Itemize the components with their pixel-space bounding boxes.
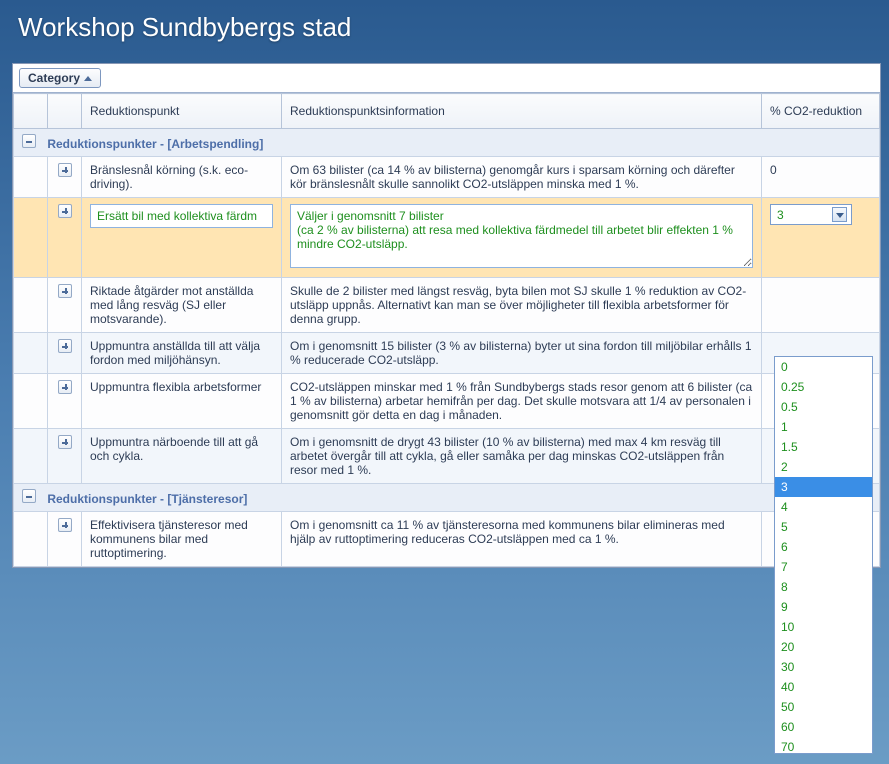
group-spacer-cell	[14, 278, 48, 333]
pct-dropdown-option[interactable]: 30	[775, 657, 872, 677]
table-row[interactable]: Uppmuntra närboende till att gå och cykl…	[14, 429, 880, 484]
reduction-info-cell[interactable]: Om i genomsnitt ca 11 % av tjänsteresorn…	[282, 512, 762, 567]
group-spacer-cell	[14, 512, 48, 567]
pct-dropdown-option[interactable]: 20	[775, 637, 872, 657]
grouping-chip-category[interactable]: Category	[19, 68, 101, 88]
reduction-info-textarea[interactable]	[290, 204, 753, 268]
expand-row-icon[interactable]	[58, 518, 72, 532]
pct-dropdown-option[interactable]: 0.5	[775, 397, 872, 417]
grouping-bar: Category	[13, 64, 880, 93]
group-spacer-cell	[14, 157, 48, 198]
sort-ascending-icon	[84, 76, 92, 81]
reduction-info-cell[interactable]: CO2-utsläppen minskar med 1 % från Sundb…	[282, 374, 762, 429]
collapse-icon[interactable]	[22, 134, 36, 148]
table-row[interactable]: Riktade åtgärder mot anställda med lång …	[14, 278, 880, 333]
group-spacer-cell	[14, 333, 48, 374]
group-title: Reduktionspunkter - [Arbetspendling]	[44, 137, 263, 151]
expand-row-icon[interactable]	[58, 284, 72, 298]
reduction-point-cell[interactable]: Bränslesnål körning (s.k. eco-driving).	[82, 157, 282, 198]
grid-container: Category Reduktionspunkt Reduktionspunkt…	[12, 63, 881, 568]
pct-dropdown-option[interactable]: 7	[775, 557, 872, 577]
pct-dropdown-option[interactable]: 1	[775, 417, 872, 437]
expand-row-icon[interactable]	[58, 204, 72, 218]
pct-dropdown[interactable]: 3	[770, 204, 852, 225]
chevron-down-icon[interactable]	[832, 207, 847, 222]
group-spacer-cell	[14, 429, 48, 484]
reduction-point-cell[interactable]: Effektivisera tjänsteresor med kommunens…	[82, 512, 282, 567]
pct-dropdown-option[interactable]: 6	[775, 537, 872, 557]
table-row[interactable]: Uppmuntra flexibla arbetsformerCO2-utslä…	[14, 374, 880, 429]
pct-dropdown-option[interactable]: 70	[775, 737, 872, 753]
pct-cell[interactable]: 0	[762, 157, 880, 198]
pct-dropdown-option[interactable]: 1.5	[775, 437, 872, 457]
header-reduction-info[interactable]: Reduktionspunktsinformation	[282, 94, 762, 129]
reduction-info-cell[interactable]: Skulle de 2 bilister med längst resväg, …	[282, 278, 762, 333]
data-grid: Reduktionspunkt Reduktionspunktsinformat…	[13, 93, 880, 567]
pct-dropdown-panel[interactable]: 00.250.511.52345678910203040506070	[774, 356, 873, 754]
pct-dropdown-option[interactable]: 10	[775, 617, 872, 637]
group-spacer-cell	[14, 198, 48, 278]
expand-row-icon[interactable]	[58, 380, 72, 394]
table-row[interactable]: 3	[14, 198, 880, 278]
pct-dropdown-option[interactable]: 50	[775, 697, 872, 717]
pct-cell[interactable]: 3	[762, 198, 880, 278]
expand-row-icon[interactable]	[58, 163, 72, 177]
reduction-point-cell	[82, 198, 282, 278]
header-row: Reduktionspunkt Reduktionspunktsinformat…	[14, 94, 880, 129]
pct-dropdown-option[interactable]: 2	[775, 457, 872, 477]
page-title: Workshop Sundbybergs stad	[0, 0, 889, 63]
expand-row-icon[interactable]	[58, 339, 72, 353]
group-spacer-cell	[14, 374, 48, 429]
header-row-toggle	[48, 94, 82, 129]
collapse-icon[interactable]	[22, 489, 36, 503]
pct-dropdown-option[interactable]: 9	[775, 597, 872, 617]
pct-dropdown-option[interactable]: 4	[775, 497, 872, 517]
table-row[interactable]: Bränslesnål körning (s.k. eco-driving).O…	[14, 157, 880, 198]
header-group-toggle	[14, 94, 48, 129]
pct-dropdown-option[interactable]: 40	[775, 677, 872, 697]
table-row[interactable]: Uppmuntra anställda till att välja fordo…	[14, 333, 880, 374]
reduction-info-cell[interactable]: Om i genomsnitt 15 bilister (3 % av bili…	[282, 333, 762, 374]
reduction-info-cell[interactable]: Om 63 bilister (ca 14 % av bilisterna) g…	[282, 157, 762, 198]
pct-cell[interactable]	[762, 278, 880, 333]
reduction-info-cell	[282, 198, 762, 278]
reduction-point-cell[interactable]: Riktade åtgärder mot anställda med lång …	[82, 278, 282, 333]
pct-dropdown-value: 3	[777, 208, 784, 222]
group-row[interactable]: Reduktionspunkter - [Arbetspendling]	[14, 129, 880, 157]
header-reduction-point[interactable]: Reduktionspunkt	[82, 94, 282, 129]
reduction-point-cell[interactable]: Uppmuntra anställda till att välja fordo…	[82, 333, 282, 374]
reduction-point-input[interactable]	[90, 204, 273, 228]
pct-dropdown-option[interactable]: 0.25	[775, 377, 872, 397]
group-row[interactable]: Reduktionspunkter - [Tjänsteresor]	[14, 484, 880, 512]
header-pct-co2[interactable]: % CO2-reduktion	[762, 94, 880, 129]
table-row[interactable]: Effektivisera tjänsteresor med kommunens…	[14, 512, 880, 567]
reduction-info-cell[interactable]: Om i genomsnitt de drygt 43 bilister (10…	[282, 429, 762, 484]
group-title: Reduktionspunkter - [Tjänsteresor]	[44, 492, 247, 506]
pct-dropdown-option[interactable]: 5	[775, 517, 872, 537]
expand-row-icon[interactable]	[58, 435, 72, 449]
reduction-point-cell[interactable]: Uppmuntra flexibla arbetsformer	[82, 374, 282, 429]
pct-dropdown-list[interactable]: 00.250.511.52345678910203040506070	[775, 357, 872, 753]
reduction-point-cell[interactable]: Uppmuntra närboende till att gå och cykl…	[82, 429, 282, 484]
pct-dropdown-option[interactable]: 60	[775, 717, 872, 737]
pct-dropdown-option[interactable]: 0	[775, 357, 872, 377]
pct-dropdown-option[interactable]: 3	[775, 477, 872, 497]
pct-dropdown-option[interactable]: 8	[775, 577, 872, 597]
grouping-chip-label: Category	[28, 71, 80, 85]
